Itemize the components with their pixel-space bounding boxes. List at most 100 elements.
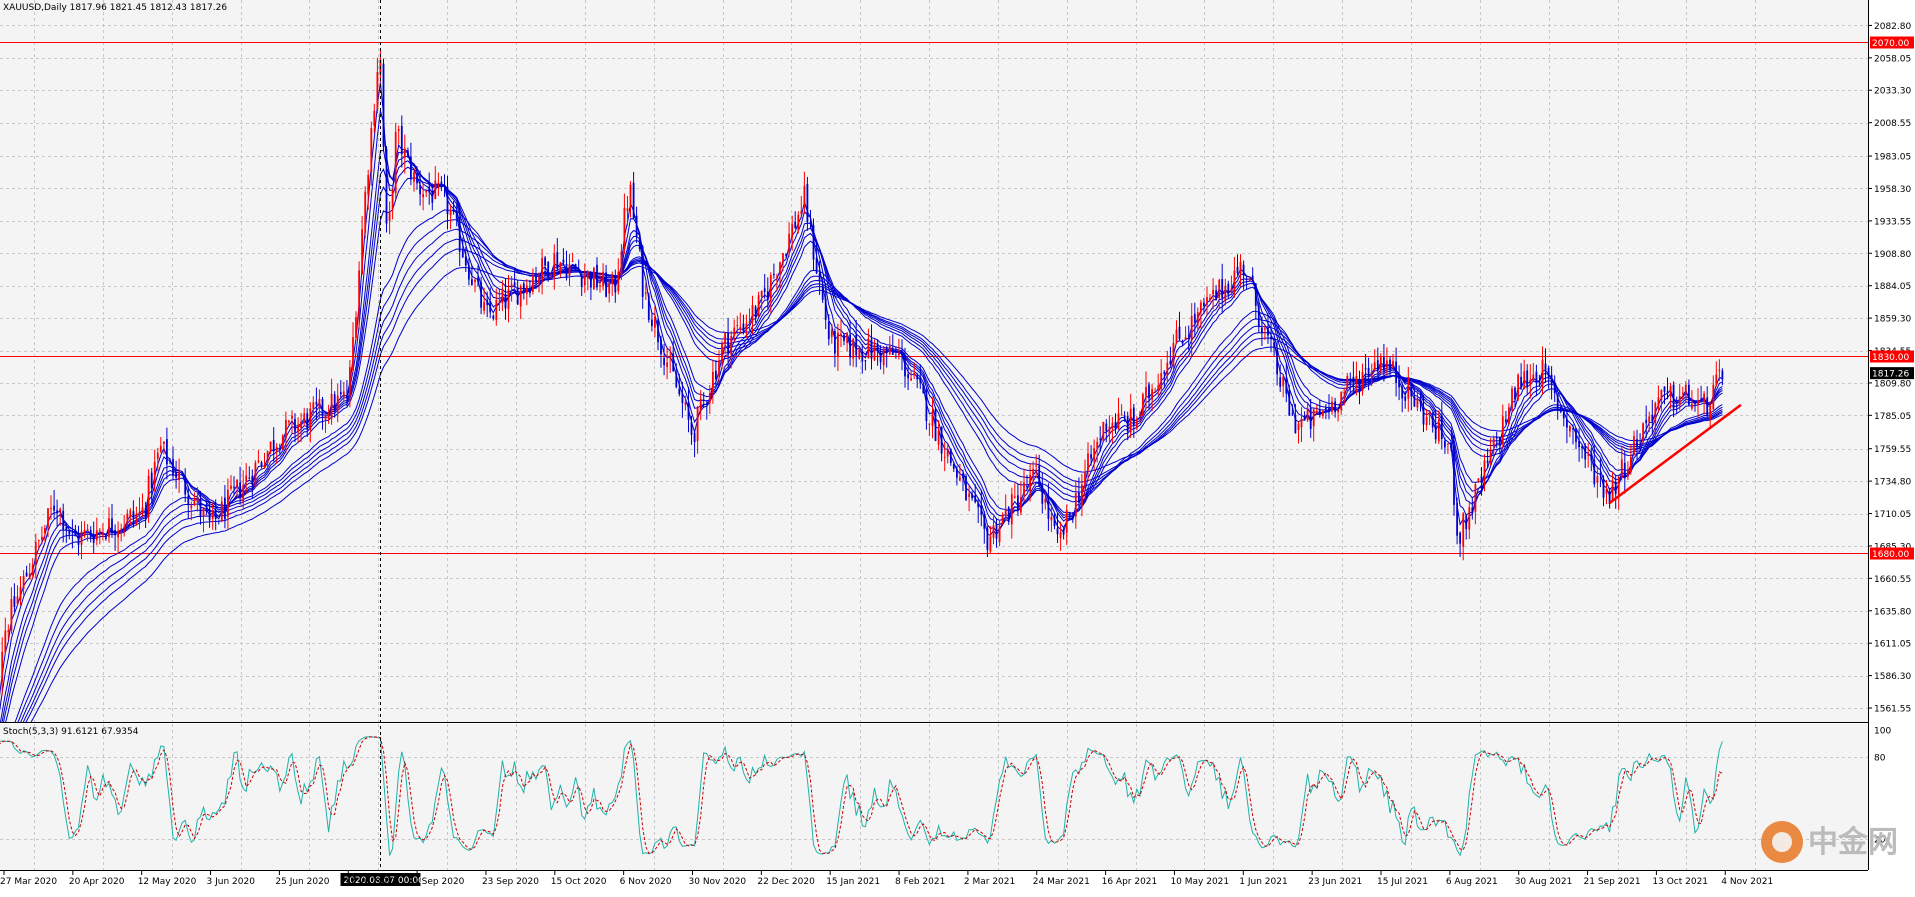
candle-body (514, 282, 516, 287)
candle-body (1490, 449, 1492, 462)
candle-body (1575, 428, 1577, 442)
candle-body (1209, 298, 1211, 300)
candle-body (1645, 420, 1647, 424)
candle-body (1212, 290, 1214, 295)
candle-body (1615, 482, 1617, 494)
candle-body (120, 529, 122, 530)
symbol-header: XAUUSD,Daily 1817.96 1821.45 1812.43 181… (3, 3, 227, 13)
candle-body (1246, 279, 1248, 280)
candle-body (1231, 289, 1233, 293)
candle-body (215, 510, 217, 519)
candle-body (624, 208, 626, 249)
candle-body (1432, 413, 1434, 427)
candle-body (932, 411, 934, 426)
candle-body (1685, 385, 1687, 394)
candle-body (813, 225, 815, 259)
candle-body (282, 435, 284, 449)
candle-body (276, 447, 278, 452)
candle-body (1673, 385, 1675, 409)
candle-body (78, 536, 80, 545)
candle-body (343, 391, 345, 397)
candle-body (84, 530, 86, 534)
candle-body (1654, 403, 1656, 423)
candle-body (855, 335, 857, 356)
candle-body (1038, 466, 1040, 487)
candle-body (1526, 370, 1528, 387)
candle-body (1157, 386, 1159, 389)
candle-body (749, 322, 751, 324)
candle-body (1514, 388, 1516, 400)
candle-body (666, 362, 668, 367)
candle-body (148, 476, 150, 517)
candle-body (755, 307, 757, 317)
candle-body (53, 506, 55, 511)
candle-body (1377, 360, 1379, 370)
candle-body (1194, 314, 1196, 323)
candle-body (1243, 265, 1245, 275)
candle-body (157, 453, 159, 459)
candle-body (904, 356, 906, 376)
candle-body (264, 466, 266, 467)
candle-body (1667, 392, 1669, 393)
candle-body (75, 530, 77, 536)
candle-body (340, 392, 342, 394)
candle-body (38, 540, 40, 541)
candle-body (1712, 385, 1714, 410)
candle-body (364, 192, 366, 233)
candle-body (114, 530, 116, 535)
candle-body (913, 373, 915, 375)
candle-body (819, 274, 821, 282)
time-tick-label: 12 May 2020 (138, 877, 197, 887)
candle-body (1648, 416, 1650, 422)
candle-body (1023, 482, 1025, 495)
candle-body (1252, 276, 1254, 283)
candle-body (1197, 312, 1199, 325)
candle-body (935, 409, 937, 441)
time-tick-label: 25 Jun 2020 (275, 877, 329, 887)
candle-body (703, 400, 705, 401)
candle-body (560, 262, 562, 268)
candle-body (1365, 368, 1367, 369)
candle-body (1319, 409, 1321, 415)
candle-body (517, 288, 519, 305)
candle-body (511, 284, 513, 287)
candle-body (639, 238, 641, 249)
candle-body (419, 185, 421, 194)
candle-body (566, 264, 568, 278)
candle-body (1063, 529, 1065, 535)
candle-body (444, 185, 446, 186)
time-tick-label: 1 Sep 2020 (413, 877, 465, 887)
price-tick-label: 1635.80 (1874, 607, 1911, 617)
candle-body (1176, 330, 1178, 344)
candle-body (849, 335, 851, 358)
candle-body (1258, 306, 1260, 327)
candle-body (627, 208, 629, 211)
candle-body (520, 286, 522, 306)
candle-body (413, 172, 415, 181)
candle-body (910, 378, 912, 380)
candle-body (1386, 360, 1388, 368)
candle-body (261, 462, 263, 465)
candle-body (1020, 497, 1022, 513)
price-tick-label: 1884.05 (1874, 282, 1911, 292)
candle-body (300, 422, 302, 429)
candle-body (102, 533, 104, 534)
candle-body (1636, 439, 1638, 447)
candle-body (123, 526, 125, 528)
candle-body (1331, 402, 1333, 412)
candle-body (1414, 397, 1416, 407)
candle-body (279, 449, 281, 450)
price-tick-label: 1734.80 (1874, 478, 1911, 488)
candle-body (544, 258, 546, 266)
candle-body (1288, 390, 1290, 415)
candle-body (1234, 271, 1236, 293)
candle-body (1267, 328, 1269, 336)
candle-body (93, 537, 95, 543)
candle-body (1002, 515, 1004, 522)
candle-body (575, 264, 577, 269)
candle-body (1112, 423, 1114, 429)
candle-body (267, 451, 269, 463)
candle-body (178, 472, 180, 481)
candle-body (980, 506, 982, 515)
candle-body (59, 509, 61, 512)
